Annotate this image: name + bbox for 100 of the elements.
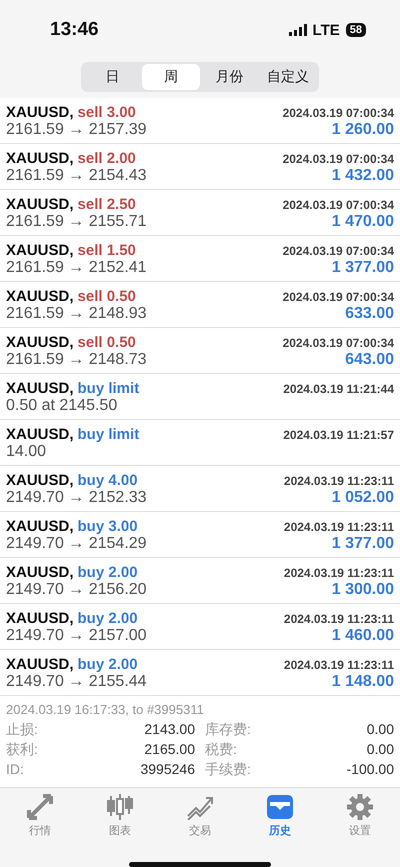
deal-symbol: XAUUSD,	[6, 104, 74, 121]
deal-row[interactable]: XAUUSD, buy limit 2024.03.19 11:21:57 14.00	[0, 420, 400, 466]
deal-prices: 0.50 at 2145.50	[6, 397, 118, 415]
deal-order: buy 4.00	[78, 472, 138, 489]
deal-time: 2024.03.19 11:23:11	[284, 566, 394, 580]
deal-symbol: XAUUSD,	[6, 334, 74, 351]
deal-symbol: XAUUSD,	[6, 518, 74, 535]
deal-prices: 2161.59 → 2148.73	[6, 351, 147, 369]
diagonal-arrows-icon	[27, 794, 53, 820]
signal-icon	[288, 24, 307, 36]
deal-order: sell 0.50	[78, 334, 136, 351]
deal-time: 2024.03.19 11:23:11	[284, 658, 394, 672]
deal-order: buy 2.00	[78, 656, 138, 673]
detail-value: 0.00	[366, 741, 394, 759]
deal-order: buy 2.00	[78, 610, 138, 627]
deal-time: 2024.03.19 07:00:34	[282, 336, 394, 350]
deal-time: 2024.03.19 11:23:11	[284, 520, 394, 534]
deal-symbol: XAUUSD,	[6, 288, 74, 305]
deal-symbol: XAUUSD,	[6, 380, 74, 397]
detail-value: -100.00	[346, 761, 394, 779]
detail-label: 手续费:	[205, 761, 251, 779]
deal-prices: 2161.59 → 2157.39	[6, 121, 147, 139]
deal-prices: 2149.70 → 2154.29	[6, 535, 147, 553]
deal-time: 2024.03.19 07:00:34	[282, 106, 394, 120]
deal-order: sell 1.50	[78, 242, 136, 259]
deal-time: 2024.03.19 07:00:34	[282, 244, 394, 258]
deal-prices: 2161.59 → 2154.43	[6, 167, 147, 185]
detail-label: 获利:	[6, 741, 38, 759]
status-time: 13:46	[50, 19, 99, 41]
deal-order: sell 0.50	[78, 288, 136, 305]
deal-row[interactable]: XAUUSD, sell 3.00 2024.03.19 07:00:34 2161.59 → 2157.39 1 260.00	[0, 98, 400, 144]
deal-order: sell 3.00	[78, 104, 136, 121]
deal-order: buy limit	[78, 426, 140, 443]
bottom-tab[interactable]: 历史	[240, 794, 320, 838]
deal-profit: 1 377.00	[332, 535, 394, 553]
deal-order: sell 2.50	[78, 196, 136, 213]
deal-time: 2024.03.19 07:00:34	[282, 198, 394, 212]
deal-profit: 1 470.00	[332, 213, 394, 231]
deal-row[interactable]: XAUUSD, buy 2.00 2024.03.19 11:23:11 2149.70 → 2155.44 1 148.00	[0, 650, 400, 696]
period-tab[interactable]: 自定义	[258, 64, 317, 90]
deal-row[interactable]: XAUUSD, sell 0.50 2024.03.19 07:00:34 2161.59 → 2148.73 643.00	[0, 328, 400, 374]
period-tab[interactable]: 月份	[200, 64, 258, 90]
deal-time: 2024.03.19 11:21:57	[283, 428, 394, 442]
settings-icon	[347, 794, 373, 820]
deal-prices: 14.00	[6, 443, 46, 461]
detail-label: 库存费:	[205, 721, 251, 739]
deal-symbol: XAUUSD,	[6, 610, 74, 627]
period-tab[interactable]: 日	[83, 64, 142, 90]
deal-row[interactable]: XAUUSD, buy 2.00 2024.03.19 11:23:11 2149.70 → 2156.20 1 300.00	[0, 558, 400, 604]
deal-symbol: XAUUSD,	[6, 242, 74, 259]
detail-label: 止损:	[6, 721, 38, 739]
deal-time: 2024.03.19 11:23:11	[284, 612, 394, 626]
deal-time: 2024.03.19 11:23:11	[284, 474, 394, 488]
deal-prices: 2161.59 → 2152.41	[6, 259, 147, 277]
deal-row[interactable]: XAUUSD, buy limit 2024.03.19 11:21:44 0.50 at 2145.50	[0, 374, 400, 420]
deal-profit: 1 148.00	[332, 673, 394, 691]
detail-value: 2165.00	[144, 741, 195, 759]
candlestick-icon	[106, 794, 134, 820]
detail-value: 3995246	[140, 761, 195, 779]
deal-prices: 2149.70 → 2156.20	[6, 581, 147, 599]
deal-row[interactable]: XAUUSD, sell 1.50 2024.03.19 07:00:34 2161.59 → 2152.41 1 377.00	[0, 236, 400, 282]
deal-profit: 1 260.00	[332, 121, 394, 139]
deal-row[interactable]: XAUUSD, buy 2.00 2024.03.19 11:23:11 2149.70 → 2157.00 1 460.00	[0, 604, 400, 650]
deal-symbol: XAUUSD,	[6, 564, 74, 581]
deal-order: buy 3.00	[78, 518, 138, 535]
trend-lines-icon	[186, 794, 214, 820]
deal-prices: 2149.70 → 2155.44	[6, 673, 147, 691]
deal-order: buy limit	[78, 380, 140, 397]
deal-symbol: XAUUSD,	[6, 426, 74, 443]
deal-profit: 643.00	[345, 351, 394, 369]
period-tab[interactable]: 周	[142, 64, 200, 90]
deal-row[interactable]: XAUUSD, sell 0.50 2024.03.19 07:00:34 2161.59 → 2148.93 633.00	[0, 282, 400, 328]
deal-symbol: XAUUSD,	[6, 150, 74, 167]
deal-time: 2024.03.19 07:00:34	[282, 152, 394, 166]
deal-prices: 2149.70 → 2157.00	[6, 627, 147, 645]
deal-prices: 2161.59 → 2155.71	[6, 213, 147, 231]
detail-label: ID:	[6, 761, 24, 779]
deal-symbol: XAUUSD,	[6, 472, 74, 489]
deal-profit: 1 460.00	[332, 627, 394, 645]
deal-profit: 633.00	[345, 305, 394, 323]
detail-value: 0.00	[366, 721, 394, 739]
deal-profit: 1 300.00	[332, 581, 394, 599]
deal-profit: 1 377.00	[332, 259, 394, 277]
battery-indicator: 58	[346, 23, 366, 37]
deal-order: buy 2.00	[78, 564, 138, 581]
detail-value: 2143.00	[144, 721, 195, 739]
detail-label: 税费:	[205, 741, 237, 759]
deal-symbol: XAUUSD,	[6, 196, 74, 213]
deal-row[interactable]: XAUUSD, buy 3.00 2024.03.19 11:23:11 2149.70 → 2154.29 1 377.00	[0, 512, 400, 558]
network-type: LTE	[312, 22, 340, 38]
detail-header: 2024.03.19 16:17:33, to #3995311	[6, 702, 205, 717]
deal-order: sell 2.00	[78, 150, 136, 167]
deal-time: 2024.03.19 07:00:34	[282, 290, 394, 304]
deal-prices: 2149.70 → 2152.33	[6, 489, 147, 507]
deal-profit: 1 432.00	[332, 167, 394, 185]
deal-row[interactable]: XAUUSD, sell 2.50 2024.03.19 07:00:34 2161.59 → 2155.71 1 470.00	[0, 190, 400, 236]
deal-time: 2024.03.19 11:21:44	[283, 382, 394, 396]
deal-prices: 2161.59 → 2148.93	[6, 305, 147, 323]
deal-row[interactable]: XAUUSD, sell 2.00 2024.03.19 07:00:34 2161.59 → 2154.43 1 432.00	[0, 144, 400, 190]
deal-row[interactable]: XAUUSD, buy 4.00 2024.03.19 11:23:11 2149.70 → 2152.33 1 052.00	[0, 466, 400, 512]
